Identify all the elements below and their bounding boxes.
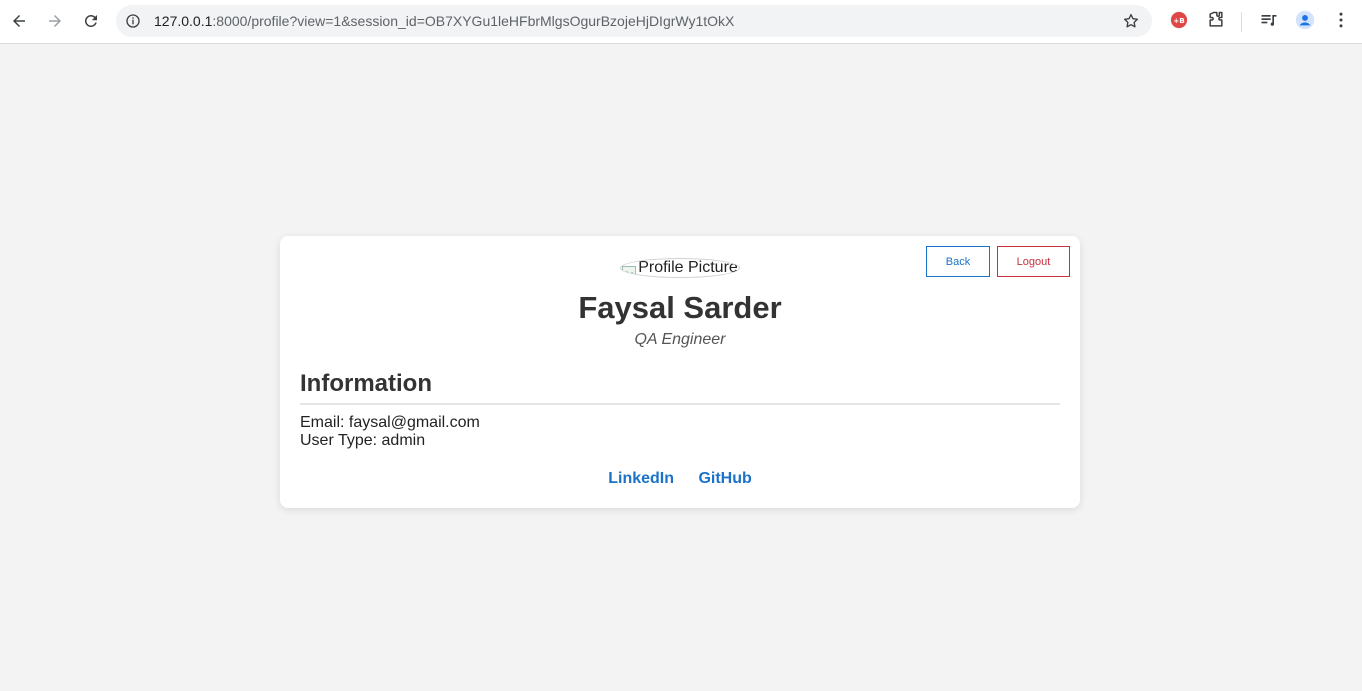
profile-picture: Profile Picture: [620, 258, 740, 278]
profile-picture-alt: Profile Picture: [638, 259, 738, 276]
github-link[interactable]: GitHub: [698, 470, 751, 487]
broken-image-icon: [622, 263, 637, 276]
address-bar[interactable]: 127.0.0.1:8000/profile?view=1&session_id…: [116, 5, 1152, 37]
toolbar-separator: [1241, 12, 1242, 32]
reload-icon[interactable]: [76, 6, 106, 36]
information-heading: Information: [300, 370, 432, 397]
site-info-icon[interactable]: [124, 12, 142, 30]
extension-badge-icon[interactable]: +B: [1169, 10, 1189, 30]
url-path: :8000/profile?view=1&session_id=OB7XYGu1…: [212, 13, 735, 29]
media-control-icon[interactable]: [1259, 10, 1279, 30]
svg-text:+B: +B: [1173, 16, 1185, 25]
forward-arrow-icon[interactable]: [40, 6, 70, 36]
social-links: LinkedIn GitHub: [280, 470, 1080, 488]
back-button[interactable]: Back: [926, 246, 990, 277]
bookmark-star-icon[interactable]: [1122, 12, 1140, 30]
linkedin-link[interactable]: LinkedIn: [608, 470, 674, 487]
email-line: Email: faysal@gmail.com: [300, 414, 480, 431]
profile-role: QA Engineer: [634, 331, 726, 348]
profile-avatar-icon[interactable]: [1295, 10, 1315, 30]
url-host: 127.0.0.1: [154, 13, 213, 29]
logout-button[interactable]: Logout: [997, 246, 1070, 277]
back-arrow-icon[interactable]: [4, 6, 34, 36]
user-type-line: User Type: admin: [300, 432, 426, 449]
url-text[interactable]: 127.0.0.1:8000/profile?view=1&session_id…: [154, 13, 734, 29]
more-menu-icon[interactable]: [1331, 10, 1351, 30]
extensions-puzzle-icon[interactable]: [1206, 10, 1226, 30]
section-divider: [300, 403, 1060, 405]
profile-name: Faysal Sarder: [578, 290, 782, 325]
browser-toolbar: 127.0.0.1:8000/profile?view=1&session_id…: [0, 0, 1362, 44]
profile-card: Back Logout Profile Picture Faysal Sarde…: [280, 236, 1080, 508]
